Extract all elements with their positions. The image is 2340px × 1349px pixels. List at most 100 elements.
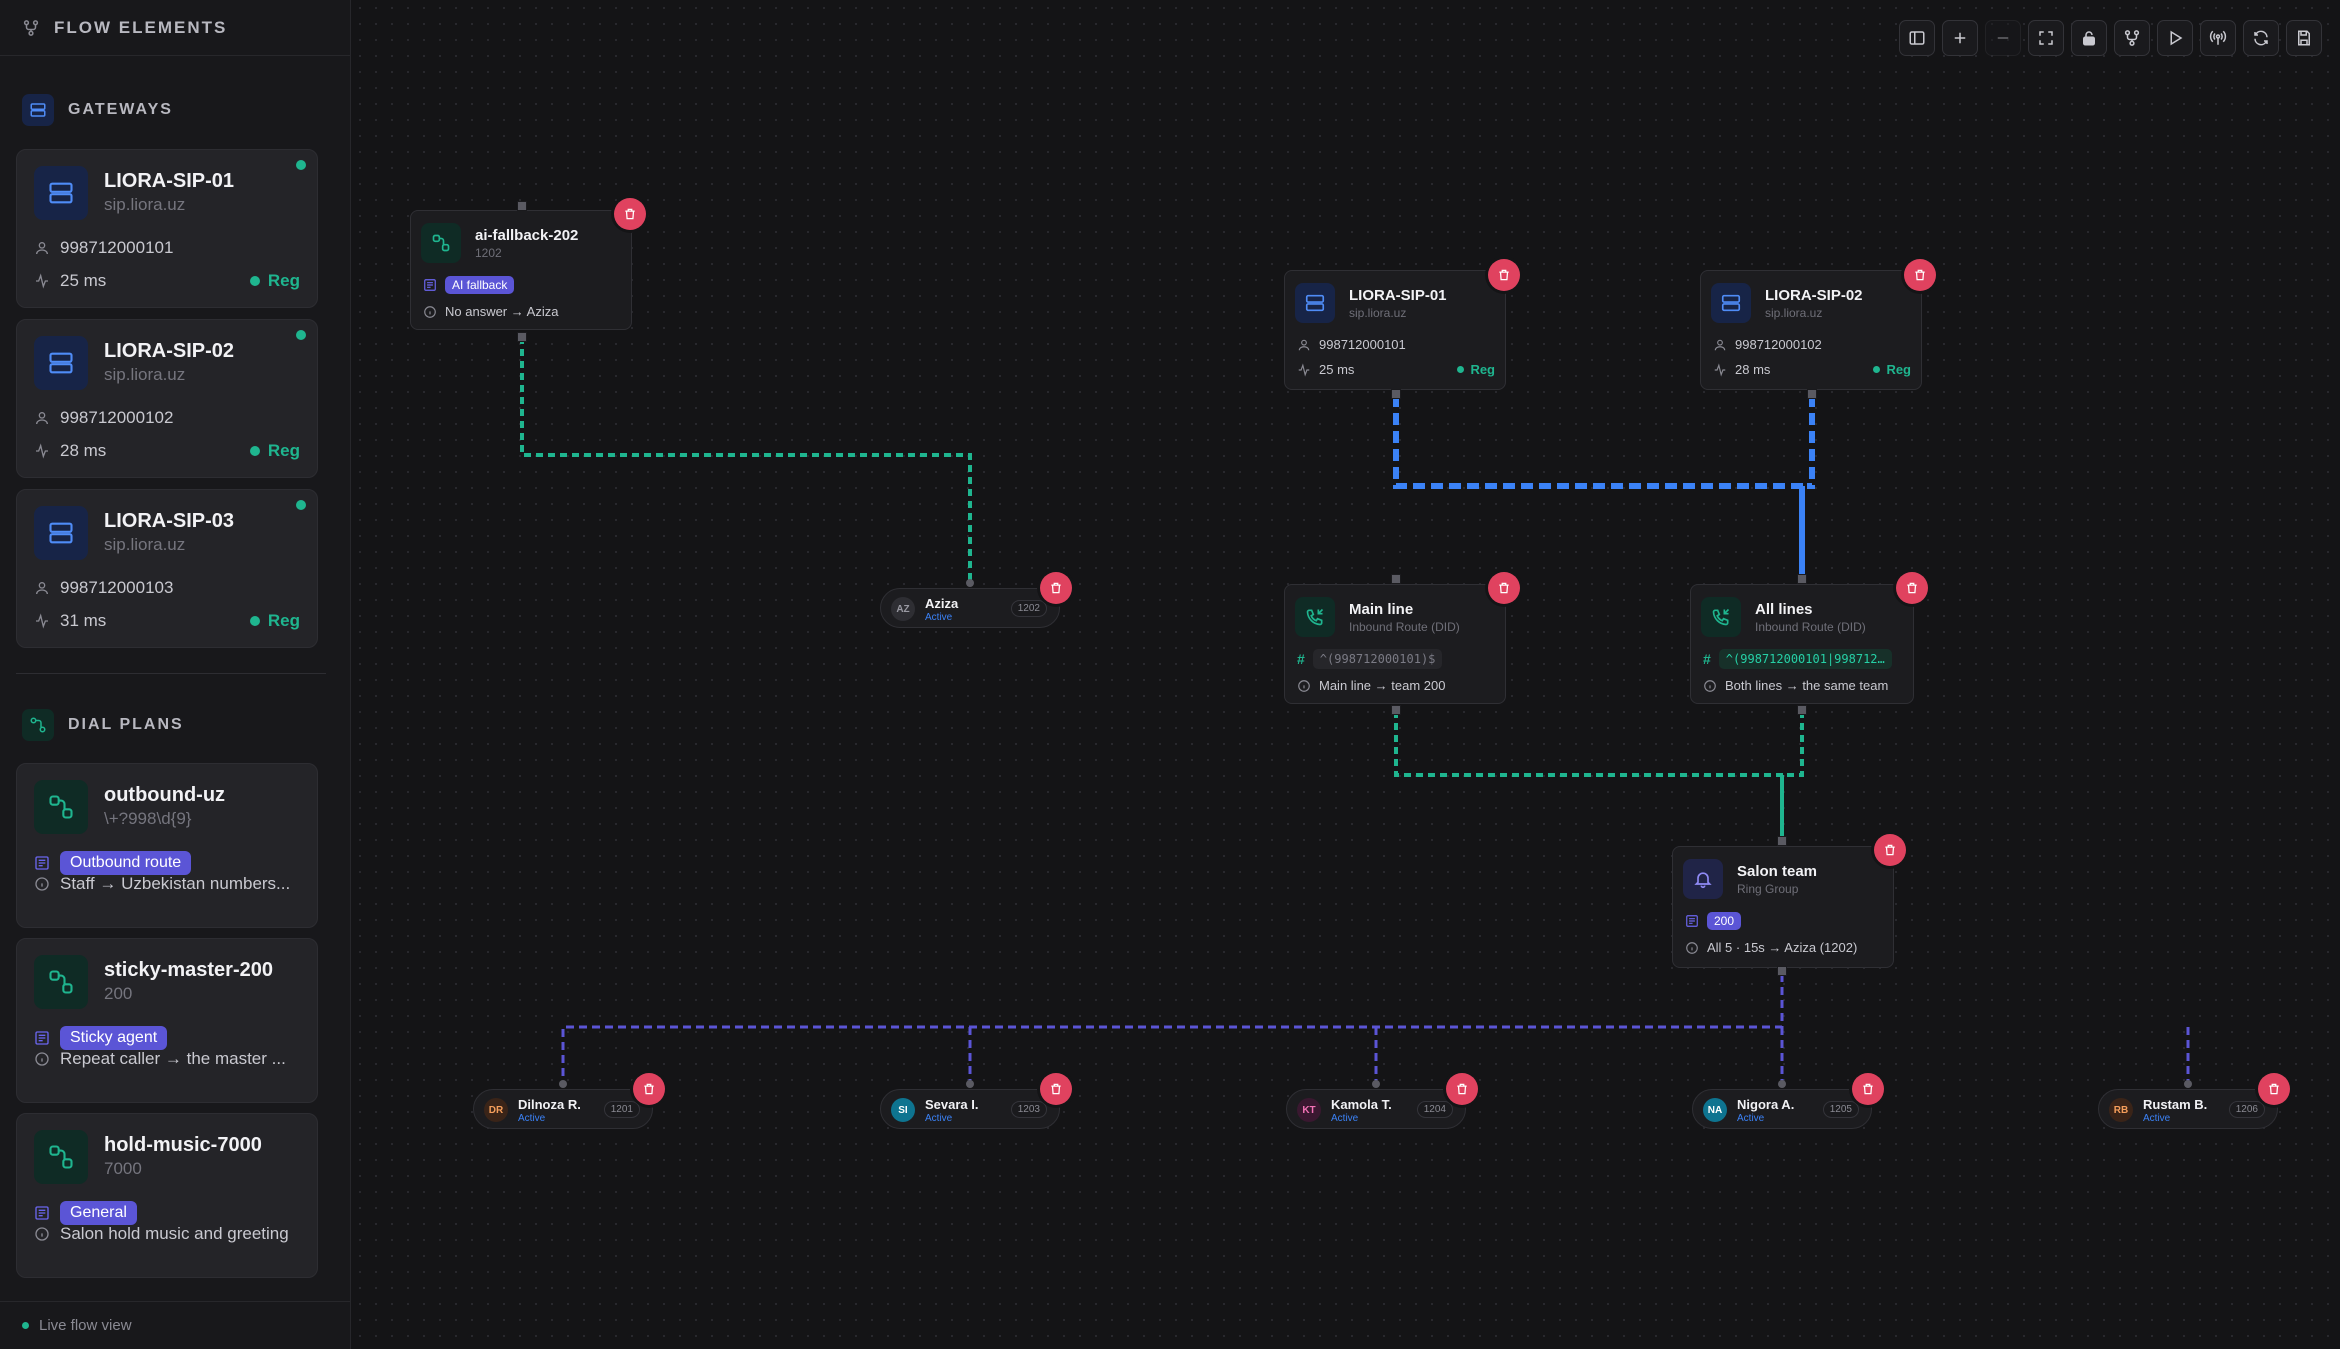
gateway-number-row: 998712000101 [34, 238, 173, 258]
delete-button[interactable] [1896, 572, 1928, 604]
delete-button[interactable] [1040, 572, 1072, 604]
fit-view-button[interactable] [2028, 20, 2064, 56]
broadcast-button[interactable] [2200, 20, 2236, 56]
gateway-card-2[interactable]: LIORA-SIP-02 sip.liora.uz 998712000102 2… [16, 319, 318, 478]
activity-icon [36, 613, 48, 629]
agent-name: Nigora A. [1737, 1097, 1795, 1112]
input-handle[interactable] [1391, 574, 1401, 584]
agent-extension: 1202 [1010, 600, 1047, 617]
output-handle[interactable] [1797, 705, 1807, 715]
agent-status: Active [2143, 1113, 2171, 1124]
bell-icon [1683, 859, 1723, 899]
dialplan-name: outbound-uz [104, 784, 226, 806]
input-handle[interactable] [1797, 574, 1807, 584]
dialplan-card-2[interactable]: sticky-master-200 200 Sticky agent Repea… [16, 938, 318, 1103]
ai-fallback-node[interactable]: ai-fallback-202 1202 AI fallback No answ… [410, 210, 632, 330]
node-subtitle: Inbound Route (DID) [1755, 620, 1866, 634]
delete-button[interactable] [1874, 834, 1906, 866]
sidebar-title: FLOW ELEMENTS [54, 17, 228, 37]
input-handle[interactable] [1777, 836, 1787, 846]
input-handle[interactable] [517, 201, 527, 211]
gateway-number: 998712000101 [60, 238, 174, 257]
output-handle[interactable] [1391, 705, 1401, 715]
delete-button[interactable] [1446, 1073, 1478, 1105]
registration-status: Reg [249, 271, 300, 291]
delete-button[interactable] [1040, 1073, 1072, 1105]
output-handle[interactable] [1777, 966, 1787, 976]
gateway-card-3[interactable]: LIORA-SIP-03 sip.liora.uz 998712000103 3… [16, 489, 318, 648]
agent-status: Active [925, 612, 953, 623]
agent-node[interactable]: NA Nigora A. Active 1205 [1692, 1089, 1872, 1129]
node-subtitle: Ring Group [1737, 882, 1799, 896]
delete-button[interactable] [1488, 572, 1520, 604]
gateway-card-1[interactable]: LIORA-SIP-01 sip.liora.uz 998712000101 2… [16, 149, 318, 308]
gateway-host: sip.liora.uz [104, 535, 186, 554]
save-button[interactable] [2286, 20, 2322, 56]
agent-extension: 1205 [1822, 1101, 1859, 1118]
agent-status: Active [518, 1113, 546, 1124]
agent-node[interactable]: SI Sevara I. Active 1203 [880, 1089, 1060, 1129]
delete-button[interactable] [1904, 259, 1936, 291]
ring-group-node[interactable]: Salon team Ring Group 200 All 5 · 15s → … [1672, 846, 1894, 968]
input-handle[interactable] [559, 1080, 567, 1088]
delete-button[interactable] [2258, 1073, 2290, 1105]
zoom-out-button[interactable] [1985, 20, 2021, 56]
online-indicator [296, 500, 306, 510]
agent-node[interactable]: RB Rustam B. Active 1206 [2098, 1089, 2278, 1129]
input-handle[interactable] [966, 579, 974, 587]
play-button[interactable] [2157, 20, 2193, 56]
gateway-node-2[interactable]: LIORA-SIP-02 sip.liora.uz 998712000102 2… [1700, 270, 1922, 390]
dialplan-desc: Repeat caller → the master ... [60, 1049, 286, 1068]
lock-button[interactable] [2071, 20, 2107, 56]
refresh-button[interactable] [2243, 20, 2279, 56]
delete-button[interactable] [614, 198, 646, 230]
dialplan-card-1[interactable]: outbound-uz \+?998\d{9} Outbound route S… [16, 763, 318, 928]
phone-incoming-icon [1295, 597, 1335, 637]
dial-plans-section-title: DIAL PLANS [22, 709, 184, 741]
agent-node[interactable]: KT Kamola T. Active 1204 [1286, 1089, 1466, 1129]
panel-icon [1909, 31, 1925, 45]
registration-status-label: Reg [1886, 362, 1911, 377]
activity-icon [36, 273, 48, 289]
activity-icon [1714, 362, 1726, 377]
input-handle[interactable] [966, 1080, 974, 1088]
delete-button[interactable] [633, 1073, 665, 1105]
gateway-node-1[interactable]: LIORA-SIP-01 sip.liora.uz 998712000101 2… [1284, 270, 1506, 390]
registration-status: Reg [1873, 362, 1911, 377]
node-desc: Both lines → the same team [1725, 678, 1889, 693]
flow-canvas[interactable]: ai-fallback-202 1202 AI fallback No answ… [352, 0, 2340, 1349]
registration-status-label: Reg [1470, 362, 1495, 377]
dialplan-desc: Salon hold music and greeting [60, 1224, 289, 1243]
inbound-route-main-node[interactable]: Main line Inbound Route (DID) # ^(9987120… [1284, 584, 1506, 704]
section-divider [16, 673, 326, 674]
auto-layout-button[interactable] [2114, 20, 2150, 56]
zoom-in-button[interactable] [1942, 20, 1978, 56]
delete-button[interactable] [1852, 1073, 1884, 1105]
input-handle[interactable] [1372, 1080, 1380, 1088]
node-tag-row: 200 [1685, 912, 1742, 930]
gateway-number: 998712000103 [60, 578, 174, 597]
dialplan-tag: Sticky agent [60, 1026, 168, 1050]
dialplan-name: hold-music-7000 [104, 1134, 262, 1156]
node-title: Main line [1349, 601, 1414, 618]
inbound-route-all-node[interactable]: All lines Inbound Route (DID) # ^(9987120… [1690, 584, 1914, 704]
agent-node-aziza[interactable]: AZ Aziza Active 1202 [880, 588, 1060, 628]
agent-node[interactable]: DR Dilnoza R. Active 1201 [473, 1089, 653, 1129]
delete-button[interactable] [1488, 259, 1520, 291]
input-handle[interactable] [1778, 1080, 1786, 1088]
output-handle[interactable] [1807, 389, 1817, 399]
input-handle[interactable] [2184, 1080, 2192, 1088]
output-handle[interactable] [1391, 389, 1401, 399]
panel-toggle-button[interactable] [1899, 20, 1935, 56]
server-icon [34, 336, 88, 390]
registration-status-label: Reg [267, 611, 300, 630]
gateway-number-row: 998712000102 [34, 408, 173, 428]
gateway-host: sip.liora.uz [104, 195, 186, 214]
user-icon [36, 582, 48, 595]
output-handle[interactable] [517, 332, 527, 342]
sidebar-footer: Live flow view [0, 1301, 351, 1349]
trash-icon [1885, 844, 1895, 856]
node-desc-row: No answer → Aziza [423, 304, 558, 319]
agent-name: Aziza [925, 596, 959, 611]
dialplan-card-3[interactable]: hold-music-7000 7000 General Salon hold … [16, 1113, 318, 1278]
